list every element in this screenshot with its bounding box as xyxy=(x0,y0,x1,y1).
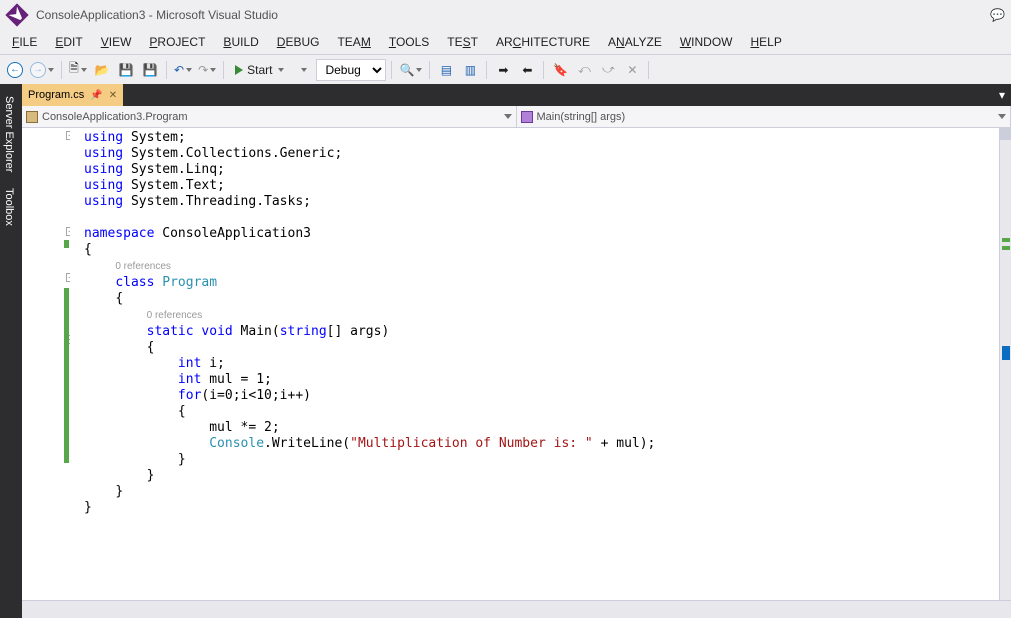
prev-bookmark-button[interactable]: ⤺ xyxy=(573,59,595,81)
menu-bar: FILE EDIT VIEW PROJECT BUILD DEBUG TEAM … xyxy=(0,30,1011,54)
split-handle-icon[interactable] xyxy=(999,128,1011,140)
type-nav-combo[interactable]: ConsoleApplication3.Program xyxy=(22,106,517,127)
menu-build[interactable]: BUILD xyxy=(215,32,266,52)
main-content-row: Server Explorer Toolbox Program.cs 📌 ✕ ▾… xyxy=(0,84,1011,618)
tab-overflow-icon[interactable]: ▾ xyxy=(993,84,1011,106)
menu-file[interactable]: FILE xyxy=(4,32,45,52)
toolbar-separator xyxy=(543,61,544,79)
change-mark-icon xyxy=(1002,238,1010,242)
menu-help[interactable]: HELP xyxy=(742,32,789,52)
window-title: ConsoleApplication3 - Microsoft Visual S… xyxy=(36,8,278,22)
codelens-references[interactable]: 0 references xyxy=(147,310,203,321)
nav-forward-button[interactable]: → xyxy=(28,59,56,81)
start-debug-button[interactable]: Start xyxy=(229,59,290,81)
start-dropdown[interactable] xyxy=(292,59,314,81)
next-bookmark-button[interactable]: ⤻ xyxy=(597,59,619,81)
horizontal-scrollbar[interactable] xyxy=(22,600,1011,618)
solution-config-select[interactable]: Debug xyxy=(316,59,386,81)
indent-button[interactable]: ➡ xyxy=(492,59,514,81)
navigation-bar: ConsoleApplication3.Program Main(string[… xyxy=(22,106,1011,128)
toolbar-separator xyxy=(61,61,62,79)
open-file-button[interactable]: 📂 xyxy=(91,59,113,81)
main-toolbar: ← → 🗎 📂 💾 💾 ↶ ↷ Start Debug 🔍 ▤ ▥ ➡ ⬅ 🔖 … xyxy=(0,54,1011,84)
menu-architecture[interactable]: ARCHITECTURE xyxy=(488,32,598,52)
save-button[interactable]: 💾 xyxy=(115,59,137,81)
undo-button[interactable]: ↶ xyxy=(172,59,194,81)
toolbar-separator xyxy=(223,61,224,79)
menu-window[interactable]: WINDOW xyxy=(672,32,741,52)
overview-ruler[interactable] xyxy=(999,128,1011,600)
menu-project[interactable]: PROJECT xyxy=(141,32,213,52)
code-editor-wrap: − − − − using System; using System.Colle… xyxy=(22,128,1011,600)
editor-zone: Program.cs 📌 ✕ ▾ ConsoleApplication3.Pro… xyxy=(22,84,1011,618)
codelens-references[interactable]: 0 references xyxy=(115,261,171,272)
member-nav-combo[interactable]: Main(string[] args) xyxy=(517,106,1011,127)
menu-view[interactable]: VIEW xyxy=(93,32,140,52)
toolbar-separator xyxy=(648,61,649,79)
caret-mark-icon xyxy=(1002,346,1010,360)
type-nav-label: ConsoleApplication3.Program xyxy=(42,111,188,123)
code-editor[interactable]: using System; using System.Collections.G… xyxy=(70,128,999,600)
save-all-button[interactable]: 💾 xyxy=(139,59,161,81)
change-mark-icon xyxy=(1002,246,1010,250)
pin-icon[interactable]: 📌 xyxy=(90,90,102,101)
outdent-button[interactable]: ⬅ xyxy=(516,59,538,81)
method-icon xyxy=(521,111,533,123)
feedback-icon[interactable]: 💬 xyxy=(990,8,1005,22)
member-nav-label: Main(string[] args) xyxy=(537,111,626,123)
server-explorer-tab[interactable]: Server Explorer xyxy=(0,88,22,180)
toolbar-separator xyxy=(486,61,487,79)
redo-button[interactable]: ↷ xyxy=(196,59,218,81)
find-button[interactable]: 🔍 xyxy=(397,59,424,81)
uncomment-button[interactable]: ▥ xyxy=(459,59,481,81)
menu-team[interactable]: TEAM xyxy=(329,32,378,52)
new-project-button[interactable]: 🗎 xyxy=(67,59,89,81)
toolbar-separator xyxy=(391,61,392,79)
document-tab-well: Program.cs 📌 ✕ ▾ xyxy=(22,84,1011,106)
tab-label: Program.cs xyxy=(28,89,84,101)
nav-back-button[interactable]: ← xyxy=(4,59,26,81)
visual-studio-logo-icon xyxy=(5,3,28,26)
side-tab-well: Server Explorer Toolbox xyxy=(0,84,22,618)
toolbar-separator xyxy=(429,61,430,79)
bookmark-button[interactable]: 🔖 xyxy=(549,59,571,81)
comment-button[interactable]: ▤ xyxy=(435,59,457,81)
play-icon xyxy=(235,65,243,75)
menu-analyze[interactable]: ANALYZE xyxy=(600,32,670,52)
toolbox-tab[interactable]: Toolbox xyxy=(0,180,22,234)
menu-test[interactable]: TEST xyxy=(439,32,486,52)
toolbar-separator xyxy=(166,61,167,79)
change-marker xyxy=(64,240,69,248)
clear-bookmarks-button[interactable]: ✕ xyxy=(621,59,643,81)
close-icon[interactable]: ✕ xyxy=(109,90,117,101)
change-marker xyxy=(64,288,69,463)
class-icon xyxy=(26,111,38,123)
menu-edit[interactable]: EDIT xyxy=(47,32,90,52)
editor-gutter: − − − − xyxy=(22,128,70,600)
document-tab-program[interactable]: Program.cs 📌 ✕ xyxy=(22,84,123,106)
menu-tools[interactable]: TOOLS xyxy=(381,32,437,52)
menu-debug[interactable]: DEBUG xyxy=(269,32,328,52)
title-bar: ConsoleApplication3 - Microsoft Visual S… xyxy=(0,0,1011,30)
